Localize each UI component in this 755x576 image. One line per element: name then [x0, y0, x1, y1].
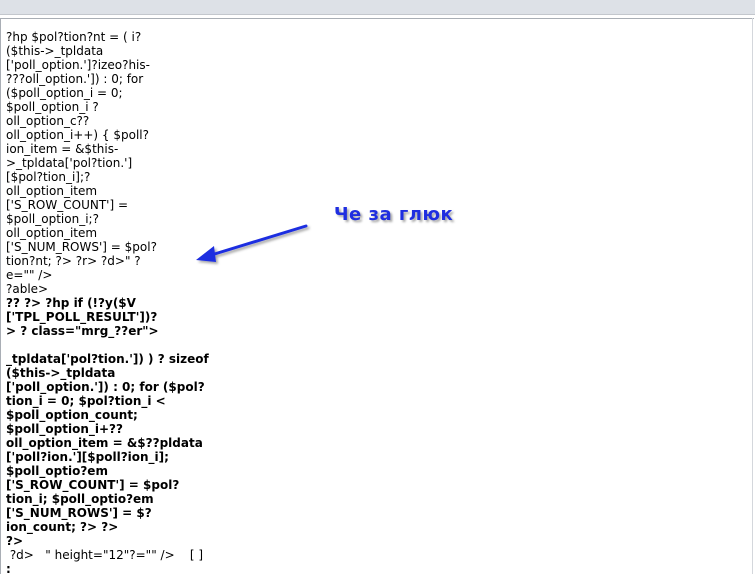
code-line: ['poll_option.']) : 0; for ($pol? [6, 380, 205, 394]
code-line: ($poll_option_i = 0; [6, 86, 123, 100]
code-line: oll_option_item [6, 184, 98, 198]
code-line: ?d> " height="12"?="" /> [ ] [6, 548, 204, 562]
code-line: $poll_option_i+?? [6, 422, 123, 436]
code-line: oll_option_c?? [6, 114, 90, 128]
code-line: ?able> [6, 282, 49, 296]
code-line: ?hp $pol?tion?nt = ( i? [6, 30, 142, 44]
code-line: _tpldata['pol?tion.']) ) ? sizeof [6, 352, 209, 366]
garbled-code-text: ?hp $pol?tion?nt = ( i? ($this->_tpldata[… [6, 30, 306, 576]
annotation-label: Че за глюк [334, 204, 454, 225]
code-line: ['S_NUM_ROWS'] = $? [6, 506, 152, 520]
code-line: ion_item = &$this- [6, 142, 119, 156]
code-line: ['poll_option.']?izeo?his- [6, 58, 150, 72]
code-line: oll_option_i++) { $poll? [6, 128, 149, 142]
code-line: oll_option_item = &$??pldata [6, 436, 203, 450]
code-line: > ? class="mrg_??er"> [6, 324, 159, 338]
code-line: e="" /> [6, 268, 53, 282]
code-line: ?? ?> ?hp if (!?y($V [6, 296, 136, 310]
code-line: [$pol?tion_i];? [6, 170, 91, 184]
code-line: $poll_option_count; [6, 408, 138, 422]
code-line: $poll_optio?em [6, 464, 108, 478]
code-line: ($this->_tpldata [6, 366, 116, 380]
code-line: ?> [6, 534, 24, 548]
annotation-arrow-icon [196, 224, 308, 262]
code-line: ???oll_option.']) : 0; for [6, 72, 144, 86]
code-line: ['S_ROW_COUNT'] = [6, 198, 129, 212]
top-toolbar-strip [0, 0, 755, 15]
code-line: ($this->_tpldata [6, 44, 104, 58]
code-line: ['S_ROW_COUNT'] = $pol? [6, 478, 180, 492]
code-line: ['poll?ion.'][$poll?ion_i]; [6, 450, 169, 464]
code-line: >_tpldata['pol?tion.'] [6, 156, 133, 170]
code-line: ['TPL_POLL_RESULT'])? [6, 310, 158, 324]
code-line: tion_i = 0; $pol?tion_i < [6, 394, 166, 408]
frame-scroll-edge [752, 18, 753, 574]
code-line: ion_count; ?> ?> [6, 520, 119, 534]
code-line: tion_i; $poll_optio?em [6, 492, 154, 506]
code-line: $poll_option_i ? [6, 100, 99, 114]
